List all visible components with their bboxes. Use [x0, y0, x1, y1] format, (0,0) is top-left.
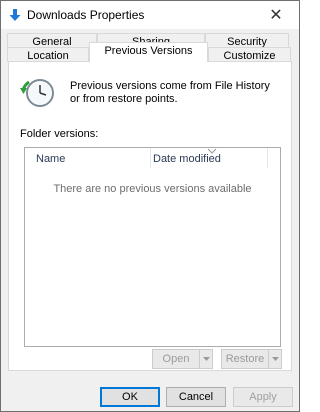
tab-previous-versions[interactable]: Previous Versions — [89, 42, 208, 62]
apply-button[interactable]: Apply — [233, 387, 293, 407]
restore-button[interactable]: Restore — [221, 349, 282, 369]
column-header-name[interactable]: Name — [36, 153, 65, 165]
tab-customize[interactable]: Customize — [208, 47, 291, 62]
download-arrow-icon — [9, 9, 21, 21]
folder-versions-label: Folder versions: — [20, 128, 99, 140]
tab-location[interactable]: Location — [7, 47, 89, 62]
column-divider[interactable] — [150, 148, 151, 168]
properties-window: Downloads Properties ✕ General Sharing S… — [0, 0, 300, 412]
cancel-button[interactable]: Cancel — [166, 387, 226, 407]
open-dropdown-arrow[interactable] — [199, 350, 212, 368]
column-header-date-modified[interactable]: Date modified — [153, 153, 221, 165]
previous-versions-panel: Previous versions come from File History… — [8, 61, 292, 371]
chevron-down-icon — [271, 357, 279, 361]
clock-restore-icon — [20, 79, 54, 107]
open-button-label: Open — [162, 353, 190, 365]
open-button[interactable]: Open — [152, 349, 213, 369]
window-title: Downloads Properties — [27, 8, 145, 22]
description-text: Previous versions come from File History… — [70, 80, 270, 105]
column-divider[interactable] — [267, 148, 268, 168]
close-button[interactable]: ✕ — [253, 1, 299, 29]
restore-button-label: Restore — [225, 353, 265, 365]
chevron-down-icon — [202, 357, 210, 361]
ok-button[interactable]: OK — [100, 387, 160, 407]
versions-list[interactable]: Name Date modified There are no previous… — [24, 147, 281, 347]
title-bar[interactable]: Downloads Properties ✕ — [1, 1, 299, 29]
empty-list-message: There are no previous versions available — [53, 183, 252, 195]
restore-dropdown-arrow[interactable] — [268, 350, 281, 368]
